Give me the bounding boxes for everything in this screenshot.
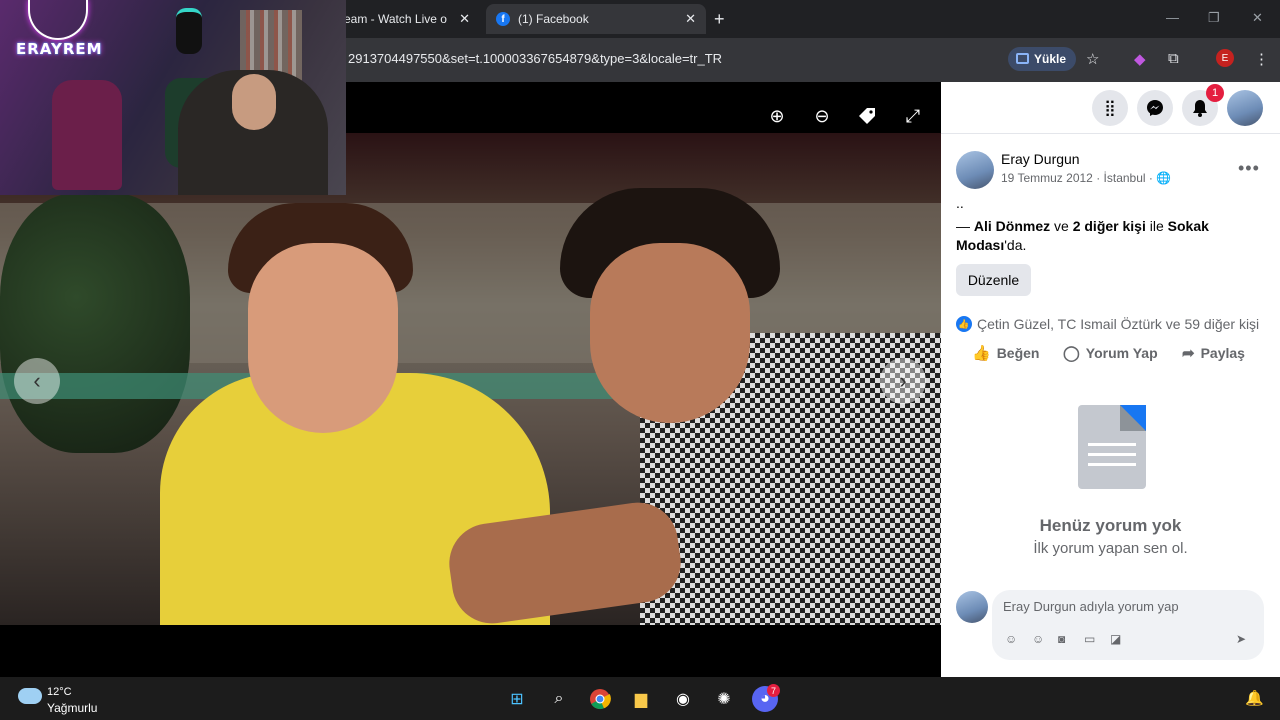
tagline-with: ile — [1145, 218, 1168, 234]
discord-badge: 7 — [767, 684, 780, 697]
account-avatar[interactable] — [1227, 90, 1263, 126]
comment-placeholder: Eray Durgun adıyla yorum yap — [1003, 599, 1179, 614]
close-tab-icon[interactable]: ✕ — [685, 11, 696, 27]
share-arrow-icon: ➦ — [1182, 345, 1195, 362]
edit-button[interactable]: Düzenle — [956, 264, 1031, 296]
address-bar[interactable]: 2913704497550&set=t.100003367654879&type… — [348, 51, 722, 66]
tab-stream-label: ream - Watch Live o — [340, 12, 447, 26]
no-comments-title: Henüz yorum yok — [1039, 516, 1182, 535]
file-explorer-icon[interactable]: ▆ — [628, 686, 654, 712]
meta-separator: · — [1096, 171, 1104, 185]
no-comments-subtitle: İlk yorum yapan sen ol. — [1033, 540, 1188, 557]
post-tagline: — Ali Dönmez ve 2 diğer kişi ile Sokak M… — [956, 217, 1256, 255]
windows-start-icon[interactable]: ⊞ — [504, 686, 530, 712]
previous-photo-button[interactable]: ‹ — [14, 358, 60, 404]
upload-label: Yükle — [1034, 52, 1067, 66]
weather-condition[interactable]: Yağmurlu — [47, 701, 97, 715]
author-avatar[interactable] — [956, 151, 994, 189]
document-line — [1088, 443, 1136, 446]
menu-kebab-icon[interactable]: ⋮ — [1254, 50, 1269, 68]
post-date[interactable]: 19 Temmuz 2012 — [1001, 171, 1093, 185]
thumbs-up-icon: 👍 — [972, 345, 991, 362]
fullscreen-icon[interactable]: ⤢ — [899, 102, 927, 130]
sticker-icon[interactable]: ◪ — [1110, 632, 1121, 646]
profile-avatar[interactable]: E — [1216, 49, 1234, 67]
photo — [0, 133, 941, 625]
close-tab-icon[interactable]: ✕ — [459, 11, 470, 27]
document-fold — [1120, 405, 1146, 431]
tag-icon[interactable] — [853, 102, 881, 130]
search-icon[interactable]: ⌕ — [546, 686, 572, 712]
reactions-summary[interactable]: 👍 Çetin Güzel, TC Ismail Öztürk ve 59 di… — [956, 316, 1259, 332]
cat-logo-icon — [28, 0, 88, 40]
like-reaction-icon: 👍 — [956, 316, 972, 332]
messenger-icon[interactable] — [1137, 90, 1173, 126]
tab-facebook[interactable]: f (1) Facebook ✕ — [486, 4, 706, 34]
facebook-top-bar: ⣿ — [941, 82, 1280, 134]
globe-icon: 🌐 — [1156, 171, 1172, 185]
webcam-streamer-head — [232, 74, 276, 130]
avatar-sticker-icon[interactable]: ☺ — [1005, 632, 1017, 646]
windows-taskbar: 12°C Yağmurlu ⊞ ⌕ ▆ ◉ ✺ ◕ 7 🔔 — [0, 677, 1280, 720]
system-notification-icon[interactable]: 🔔 — [1245, 689, 1264, 707]
webcam-overlay: ERAYREM — [0, 0, 346, 195]
share-button[interactable]: ➦ Paylaş — [1182, 344, 1245, 362]
facebook-favicon-icon: f — [496, 12, 510, 26]
share-label: Paylaş — [1200, 345, 1245, 361]
weather-cloud-icon[interactable] — [18, 688, 42, 704]
tagline-prefix: — — [956, 218, 974, 234]
stream-logo: ERAYREM — [16, 40, 103, 58]
tagged-person-link[interactable]: Ali Dönmez — [974, 218, 1050, 234]
tagline-and: ve — [1050, 218, 1073, 234]
close-window-button[interactable]: ✕ — [1252, 10, 1263, 26]
cast-icon — [1016, 53, 1029, 64]
photo-face-left — [248, 243, 398, 433]
post-author-name[interactable]: Eray Durgun — [1001, 151, 1080, 167]
tagline-suffix: 'da. — [1004, 237, 1027, 253]
menu-grid-icon[interactable]: ⣿ — [1092, 90, 1128, 126]
post-caption: .. — [956, 195, 964, 211]
document-line — [1088, 463, 1136, 466]
emoji-icon[interactable]: ☺ — [1032, 632, 1044, 646]
zoom-in-icon[interactable]: ⊕ — [763, 102, 791, 130]
bookmark-star-icon[interactable]: ☆ — [1086, 50, 1099, 68]
tab-stream[interactable]: ream - Watch Live o ✕ — [330, 4, 480, 34]
gif-icon[interactable]: ▭ — [1084, 632, 1095, 646]
post-meta: 19 Temmuz 2012 · İstanbul · 🌐 — [1001, 171, 1171, 185]
camera-icon[interactable]: ◙ — [1058, 632, 1065, 646]
upload-button[interactable]: Yükle — [1008, 47, 1077, 71]
next-photo-button[interactable]: › — [880, 358, 926, 404]
photo-face-right — [590, 243, 750, 423]
document-line — [1088, 453, 1136, 456]
comment-button[interactable]: ◯ Yorum Yap — [1063, 344, 1158, 362]
webcam-microphone — [176, 8, 202, 54]
send-icon[interactable]: ➤ — [1236, 632, 1246, 646]
tagged-others-link[interactable]: 2 diğer kişi — [1073, 218, 1146, 234]
screen: ream - Watch Live o ✕ f (1) Facebook ✕ +… — [0, 0, 1280, 720]
document-icon — [1078, 405, 1146, 489]
notifications-badge: 1 — [1206, 84, 1224, 102]
chrome-icon[interactable] — [587, 686, 613, 712]
post-location[interactable]: İstanbul — [1104, 171, 1146, 185]
reactions-text: Çetin Güzel, TC Ismail Öztürk ve 59 diğe… — [977, 316, 1260, 332]
chatgpt-icon[interactable]: ✺ — [711, 686, 737, 712]
like-button[interactable]: 👍 Beğen — [972, 344, 1039, 362]
weather-temperature[interactable]: 12°C — [47, 686, 72, 698]
comment-label: Yorum Yap — [1085, 345, 1158, 361]
extensions-puzzle-icon[interactable]: ⧉ — [1168, 50, 1179, 67]
comment-input[interactable]: Eray Durgun adıyla yorum yap ☺ ☺ ◙ ▭ ◪ ➤ — [992, 590, 1264, 660]
minimize-button[interactable]: — — [1166, 10, 1179, 25]
restore-button[interactable]: ❐ — [1208, 10, 1220, 26]
post-options-icon[interactable]: ••• — [1238, 158, 1260, 179]
commenter-avatar[interactable] — [956, 591, 988, 623]
zoom-out-icon[interactable]: ⊖ — [808, 102, 836, 130]
webcam-chair — [52, 80, 122, 190]
comment-bubble-icon: ◯ — [1063, 345, 1080, 362]
tab-facebook-label: (1) Facebook — [518, 12, 589, 26]
photo-plant — [0, 193, 190, 453]
like-label: Beğen — [996, 345, 1040, 361]
extension-icon[interactable]: ◆ — [1134, 50, 1146, 68]
obs-icon[interactable]: ◉ — [670, 686, 696, 712]
new-tab-button[interactable]: + — [714, 9, 725, 30]
